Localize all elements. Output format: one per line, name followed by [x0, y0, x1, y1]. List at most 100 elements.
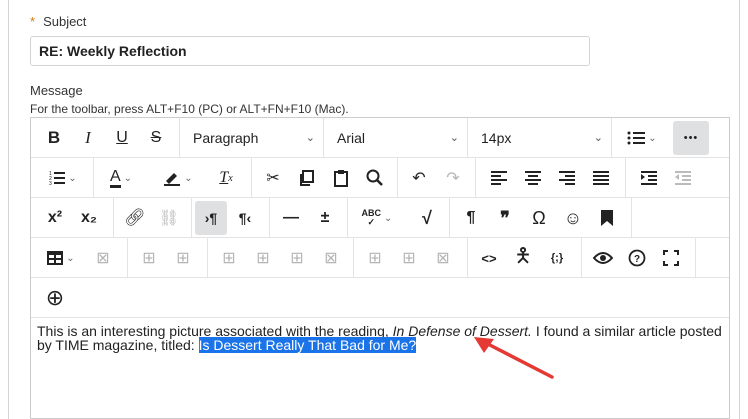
red-arrow-annotation: [474, 337, 554, 379]
insert-column-after-button[interactable]: ⊞: [393, 238, 425, 278]
delete-row-button[interactable]: ⊞: [281, 238, 313, 278]
table-button[interactable]: ⌄: [39, 238, 83, 278]
unlink-icon: ⛓: [158, 210, 180, 227]
preview-button[interactable]: [587, 238, 619, 278]
align-right-button[interactable]: [551, 158, 583, 198]
rich-text-editor: B I U S Paragraph ⌄ Arial ⌄ 14px ⌄ ⌄ •••…: [30, 117, 730, 419]
editor-toolbar: B I U S Paragraph ⌄ Arial ⌄ 14px ⌄ ⌄ •••…: [31, 118, 729, 318]
insert-row-before-button[interactable]: ⊞: [213, 238, 245, 278]
bookmark-button[interactable]: [591, 198, 623, 238]
toolbar-hint: For the toolbar, press ALT+F10 (PC) or A…: [30, 102, 349, 116]
table-cell-props-button[interactable]: ⊞: [167, 238, 199, 278]
find-button[interactable]: [359, 158, 391, 198]
align-center-button[interactable]: [517, 158, 549, 198]
paste-button[interactable]: [325, 158, 357, 198]
svg-text:?: ?: [634, 254, 640, 265]
superscript-button[interactable]: x²: [39, 198, 71, 238]
insert-row-before-icon: ⊞: [222, 250, 236, 267]
justify-icon: [593, 171, 609, 185]
code-sample-button[interactable]: {;}: [541, 238, 573, 278]
insert-row-after-icon: ⊞: [256, 250, 270, 267]
delete-table-button[interactable]: ⊠: [87, 238, 119, 278]
cut-button[interactable]: ✂: [257, 158, 289, 198]
bold-button[interactable]: B: [39, 118, 69, 158]
undo-icon: ↶: [412, 170, 426, 187]
fullscreen-icon: [663, 250, 679, 266]
insert-symbol-button[interactable]: Ω: [523, 198, 555, 238]
align-left-icon: [491, 171, 507, 185]
add-content-button[interactable]: ⊕: [39, 278, 71, 318]
indent-button[interactable]: [633, 158, 665, 198]
ltr-direction-button[interactable]: ›¶: [195, 201, 227, 235]
clear-formatting-button[interactable]: Tx: [209, 158, 243, 198]
fullscreen-button[interactable]: [655, 238, 687, 278]
delete-column-icon: ⊠: [436, 250, 450, 267]
align-left-button[interactable]: [483, 158, 515, 198]
bullet-list-button[interactable]: ⌄: [617, 118, 667, 158]
justify-button[interactable]: [585, 158, 617, 198]
link-icon: 🔗︎: [124, 208, 146, 227]
selected-text: Is Dessert Really That Bad for Me?: [198, 337, 417, 353]
delete-row-icon: ⊞: [290, 250, 304, 267]
plus-minus-icon: ±: [320, 209, 330, 226]
table-row-props-button[interactable]: ⊞: [133, 238, 165, 278]
show-blocks-button[interactable]: ¶: [455, 198, 487, 238]
emoji-button[interactable]: ☺: [557, 198, 589, 238]
more-options-button[interactable]: •••: [673, 121, 709, 155]
highlighter-icon: [164, 173, 181, 186]
chevron-down-icon: ⌄: [593, 132, 603, 144]
subject-input[interactable]: RE: Weekly Reflection: [30, 36, 590, 66]
editor-content[interactable]: This is an interesting picture associate…: [37, 324, 727, 353]
font-size-dropdown[interactable]: 14px ⌄: [471, 118, 611, 158]
insert-row-after-button[interactable]: ⊞: [247, 238, 279, 278]
font-family-dropdown[interactable]: Arial ⌄: [327, 118, 467, 158]
eye-icon: [593, 252, 613, 264]
rtl-icon: ¶‹: [238, 210, 252, 226]
numbered-list-button[interactable]: 123 ⌄: [39, 158, 87, 198]
outdent-button[interactable]: [667, 158, 699, 198]
help-icon: ?: [628, 249, 646, 267]
highlight-color-button[interactable]: ⌄: [153, 158, 203, 198]
outdent-icon: [675, 171, 691, 185]
align-center-icon: [525, 171, 541, 185]
accessibility-checker-button[interactable]: 🯅: [507, 238, 539, 278]
bullet-list-icon: [627, 131, 646, 145]
redo-button[interactable]: ↷: [437, 158, 469, 198]
block-format-dropdown[interactable]: Paragraph ⌄: [183, 118, 323, 158]
copy-button[interactable]: [291, 158, 323, 198]
strikethrough-button[interactable]: S: [141, 118, 171, 158]
rtl-direction-button[interactable]: ¶‹: [229, 198, 261, 238]
text-color-icon: A: [109, 168, 121, 188]
source-code-button[interactable]: <>: [473, 238, 505, 278]
insert-column-before-button[interactable]: ⊞: [359, 238, 391, 278]
italic-button[interactable]: I: [73, 118, 103, 158]
scissors-icon: ✂: [266, 170, 280, 187]
code-braces-icon: {;}: [550, 252, 564, 264]
delete-cells-button[interactable]: ⊠: [315, 238, 347, 278]
undo-button[interactable]: ↶: [403, 158, 435, 198]
copy-icon: [300, 170, 314, 186]
spellcheck-button[interactable]: ABC ✓ ⌄: [353, 198, 401, 238]
horizontal-line-button[interactable]: —: [275, 198, 307, 238]
redo-icon: ↷: [446, 170, 460, 187]
underline-button[interactable]: U: [107, 118, 137, 158]
subject-label: * Subject: [30, 14, 87, 29]
horizontal-line-icon: —: [283, 209, 299, 226]
numbered-list-icon: 123: [49, 171, 66, 186]
text-color-button[interactable]: A ⌄: [97, 158, 145, 198]
toolbar-row-2: 123 ⌄ A ⌄ ⌄ Tx ✂ ↶ ↷: [31, 158, 729, 198]
chevron-down-icon: ⌄: [305, 132, 315, 144]
remove-link-button[interactable]: ⛓: [153, 198, 185, 238]
table-cell-icon: ⊞: [176, 250, 190, 267]
table-row-icon: ⊞: [142, 250, 156, 267]
special-character-button[interactable]: ±: [309, 198, 341, 238]
delete-column-button[interactable]: ⊠: [427, 238, 459, 278]
math-button[interactable]: √: [411, 198, 443, 238]
spellcheck-icon: ABC ✓: [361, 208, 382, 227]
insert-link-button[interactable]: 🔗︎: [119, 198, 151, 238]
subscript-button[interactable]: x₂: [73, 198, 105, 238]
message-label: Message: [30, 83, 83, 98]
required-indicator: *: [30, 14, 36, 29]
blockquote-button[interactable]: ❞: [489, 198, 521, 238]
help-button[interactable]: ?: [621, 238, 653, 278]
